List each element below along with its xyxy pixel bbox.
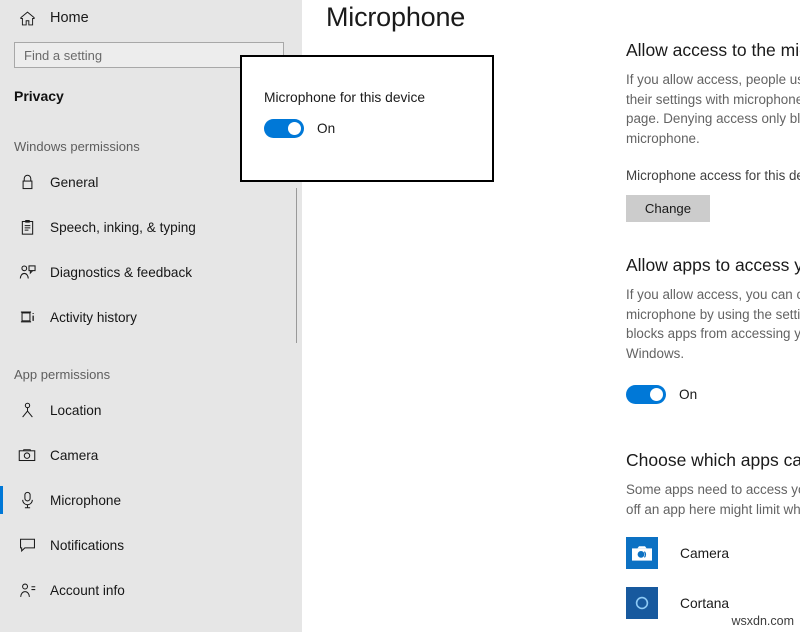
list-item: Camera On <box>626 537 800 569</box>
sidebar-item-microphone[interactable]: Microphone <box>0 483 302 517</box>
popup-title: Microphone for this device <box>264 90 425 105</box>
device-access-section: Allow access to the microphone on this d… <box>626 40 800 222</box>
lock-icon <box>18 173 36 191</box>
sidebar-item-diagnostics-label: Diagnostics & feedback <box>50 265 192 280</box>
popup-toggle-row: On <box>264 119 335 138</box>
sidebar-item-microphone-label: Microphone <box>50 493 121 508</box>
sidebar-item-speech-inking-typing[interactable]: Speech, inking, & typing <box>0 210 302 244</box>
device-access-heading: Allow access to the microphone on this d… <box>626 40 800 61</box>
apps-access-heading: Allow apps to access your microphone <box>626 255 800 276</box>
sidebar-item-home[interactable]: Home <box>0 2 302 34</box>
choose-apps-description: Some apps need to access your microphone… <box>626 480 800 519</box>
device-access-description: If you allow access, people using this d… <box>626 70 800 148</box>
choose-apps-heading: Choose which apps can access your microp… <box>626 450 800 471</box>
device-access-status: Microphone access for this device is on <box>626 168 800 183</box>
apps-access-section: Allow apps to access your microphone If … <box>626 255 800 404</box>
settings-window: Home Find a setting Privacy Windows perm… <box>0 0 800 632</box>
clipboard-icon <box>18 218 36 236</box>
popup-toggle-label: On <box>317 121 335 136</box>
account-info-icon <box>18 581 36 599</box>
sidebar-item-account-info[interactable]: Account info <box>0 573 302 607</box>
sidebar-item-notifications[interactable]: Notifications <box>0 528 302 562</box>
search-placeholder: Find a setting <box>24 48 102 63</box>
sidebar-item-speech-label: Speech, inking, & typing <box>50 220 196 235</box>
notification-bubble-icon <box>18 536 36 554</box>
change-button[interactable]: Change <box>626 195 710 222</box>
sidebar-item-camera[interactable]: Camera <box>0 438 302 472</box>
toggle-knob <box>288 122 301 135</box>
apps-access-description: If you allow access, you can choose whic… <box>626 285 800 363</box>
sidebar-item-activity-history[interactable]: Activity history <box>0 300 302 334</box>
sidebar-item-location[interactable]: Location <box>0 393 302 427</box>
sidebar-item-activity-history-label: Activity history <box>50 310 137 325</box>
cortana-app-icon <box>626 587 658 619</box>
activity-history-icon <box>18 308 36 326</box>
sidebar-group-header-app-permissions: App permissions <box>0 367 302 382</box>
toggle-knob <box>650 388 663 401</box>
app-name: Camera <box>680 546 729 561</box>
apps-access-toggle-label: On <box>679 387 697 402</box>
person-feedback-icon <box>18 263 36 281</box>
sidebar-item-general-label: General <box>50 175 98 190</box>
location-pin-icon <box>18 401 36 419</box>
choose-apps-section: Choose which apps can access your microp… <box>626 450 800 619</box>
apps-access-toggle-row: On <box>626 385 800 404</box>
app-name: Cortana <box>680 596 729 611</box>
popup-microphone-toggle[interactable] <box>264 119 304 138</box>
sidebar-item-notifications-label: Notifications <box>50 538 124 553</box>
camera-app-icon <box>626 537 658 569</box>
camera-icon <box>18 446 36 464</box>
microphone-device-popup: Microphone for this device On <box>240 55 494 182</box>
sidebar-item-diagnostics-feedback[interactable]: Diagnostics & feedback <box>0 255 302 289</box>
sidebar-item-camera-label: Camera <box>50 448 98 463</box>
sidebar-scrollbar[interactable] <box>296 188 297 343</box>
microphone-icon <box>18 491 36 509</box>
watermark: wsxdn.com <box>731 614 794 628</box>
home-icon <box>18 9 36 27</box>
page-title: Microphone <box>326 0 800 33</box>
apps-access-toggle[interactable] <box>626 385 666 404</box>
sidebar-item-account-info-label: Account info <box>50 583 125 598</box>
sidebar-item-location-label: Location <box>50 403 101 418</box>
sidebar-item-home-label: Home <box>50 10 89 26</box>
